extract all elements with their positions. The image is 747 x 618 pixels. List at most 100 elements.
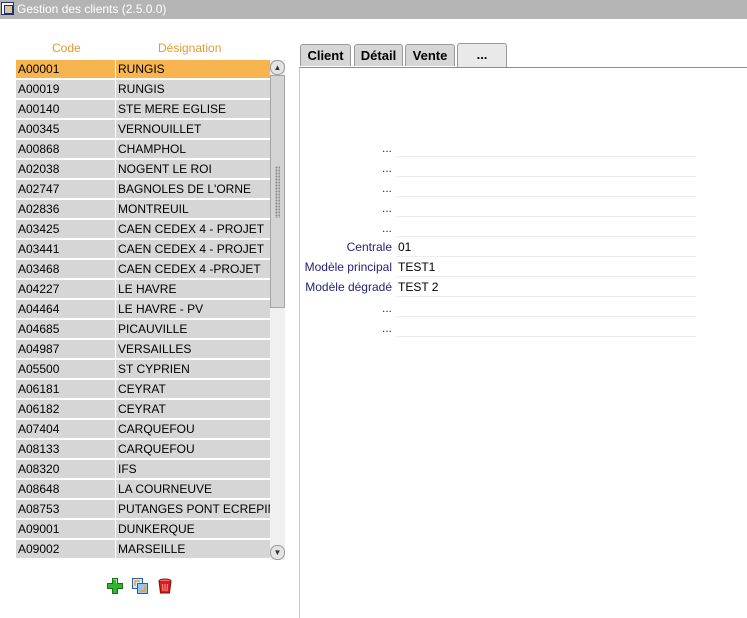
table-row[interactable]: A00019 RUNGIS (16, 80, 270, 100)
cell-designation[interactable]: LA COURNEUVE (116, 480, 270, 499)
table-row[interactable]: A03441 CAEN CEDEX 4 - PROJET (16, 240, 270, 260)
cell-code[interactable]: A08648 (16, 480, 115, 499)
cell-designation[interactable]: CAEN CEDEX 4 - PROJET (116, 220, 270, 239)
window-title: Gestion des clients (2.5.0.0) (17, 2, 167, 16)
cell-designation[interactable]: IFS (116, 460, 270, 479)
cell-designation[interactable]: NOGENT LE ROI (116, 160, 270, 179)
cell-code[interactable]: A05500 (16, 360, 115, 379)
cell-code[interactable]: A00140 (16, 100, 115, 119)
cell-designation[interactable]: VERSAILLES (116, 340, 270, 359)
cell-code[interactable]: A00868 (16, 140, 115, 159)
cell-designation[interactable]: ST CYPRIEN (116, 360, 270, 379)
cell-designation[interactable]: RUNGIS (116, 60, 270, 79)
cell-designation[interactable]: VERNOUILLET (116, 120, 270, 139)
field-value[interactable] (396, 298, 696, 317)
tab-detail[interactable]: Détail (354, 44, 403, 66)
cell-designation[interactable]: CAEN CEDEX 4 - PROJET (116, 240, 270, 259)
table-row[interactable]: A04685 PICAUVILLE (16, 320, 270, 340)
cell-code[interactable]: A03468 (16, 260, 115, 279)
cell-code[interactable]: A09001 (16, 520, 115, 539)
field-value[interactable] (396, 178, 696, 197)
table-row[interactable]: A04464 LE HAVRE - PV (16, 300, 270, 320)
cell-code[interactable]: A08133 (16, 440, 115, 459)
scroll-down-button[interactable]: ▼ (270, 545, 285, 560)
cell-designation[interactable]: CAEN CEDEX 4 -PROJET (116, 260, 270, 279)
table-row[interactable]: A08133 CARQUEFOU (16, 440, 270, 460)
tab-client[interactable]: Client (300, 44, 351, 66)
cell-designation[interactable]: LE HAVRE (116, 280, 270, 299)
cell-code[interactable]: A04987 (16, 340, 115, 359)
delete-trash-icon (158, 578, 172, 594)
cell-code[interactable]: A06181 (16, 380, 115, 399)
field-value-modele-degrade[interactable]: TEST 2 (396, 278, 696, 297)
cell-code[interactable]: A04464 (16, 300, 115, 319)
cell-code[interactable]: A00001 (16, 60, 115, 79)
tab-vente[interactable]: Vente (405, 44, 455, 66)
field-value[interactable] (396, 318, 696, 337)
cell-code[interactable]: A02747 (16, 180, 115, 199)
table-row[interactable]: A06181 CEYRAT (16, 380, 270, 400)
cell-code[interactable]: A00019 (16, 80, 115, 99)
table-row[interactable]: A07404 CARQUEFOU (16, 420, 270, 440)
add-button[interactable] (106, 577, 124, 595)
cell-designation[interactable]: PICAUVILLE (116, 320, 270, 339)
list-scrollbar[interactable]: ▲ ▼ (270, 60, 285, 560)
cell-designation[interactable]: CHAMPHOL (116, 140, 270, 159)
cell-code[interactable]: A07404 (16, 420, 115, 439)
scroll-up-button[interactable]: ▲ (270, 60, 285, 75)
cell-designation[interactable]: STE MERE EGLISE (116, 100, 270, 119)
cell-code[interactable]: A03425 (16, 220, 115, 239)
cell-designation[interactable]: RUNGIS (116, 80, 270, 99)
cell-code[interactable]: A08753 (16, 500, 115, 519)
table-row[interactable]: A00345 VERNOUILLET (16, 120, 270, 140)
cell-designation[interactable]: CEYRAT (116, 400, 270, 419)
field-value[interactable] (396, 158, 696, 177)
cell-code[interactable]: A08320 (16, 460, 115, 479)
cell-code[interactable]: A00345 (16, 120, 115, 139)
table-row[interactable]: A04987 VERSAILLES (16, 340, 270, 360)
field-value[interactable] (396, 138, 696, 157)
cell-code[interactable]: A03441 (16, 240, 115, 259)
table-row[interactable]: A00140 STE MERE EGLISE (16, 100, 270, 120)
tab-more[interactable]: ... (457, 43, 507, 67)
table-row[interactable]: A09002 MARSEILLE (16, 540, 270, 560)
cell-designation[interactable]: DUNKERQUE (116, 520, 270, 539)
table-row[interactable]: A04227 LE HAVRE (16, 280, 270, 300)
table-row[interactable]: A00001 RUNGIS (16, 60, 270, 80)
scrollbar-thumb[interactable] (270, 75, 285, 308)
table-row[interactable]: A03425 CAEN CEDEX 4 - PROJET (16, 220, 270, 240)
cell-code[interactable]: A06182 (16, 400, 115, 419)
field-value[interactable] (396, 218, 696, 237)
refresh-button[interactable] (131, 577, 149, 595)
table-row[interactable]: A02836 MONTREUIL (16, 200, 270, 220)
table-row[interactable]: A06182 CEYRAT (16, 400, 270, 420)
field-value-modele-principal[interactable]: TEST1 (396, 258, 696, 277)
column-header-code[interactable]: Code (52, 41, 81, 55)
cell-code[interactable]: A02836 (16, 200, 115, 219)
table-row[interactable]: A02747 BAGNOLES DE L'ORNE (16, 180, 270, 200)
cell-code[interactable]: A04227 (16, 280, 115, 299)
table-row[interactable]: A09001 DUNKERQUE (16, 520, 270, 540)
cell-designation[interactable]: CARQUEFOU (116, 440, 270, 459)
column-header-designation[interactable]: Désignation (158, 41, 221, 55)
table-row[interactable]: A08753 PUTANGES PONT ECREPIN (16, 500, 270, 520)
cell-designation[interactable]: LE HAVRE - PV (116, 300, 270, 319)
field-value[interactable] (396, 198, 696, 217)
cell-code[interactable]: A09002 (16, 540, 115, 559)
cell-designation[interactable]: MONTREUIL (116, 200, 270, 219)
table-row[interactable]: A03468 CAEN CEDEX 4 -PROJET (16, 260, 270, 280)
table-row[interactable]: A08320 IFS (16, 460, 270, 480)
table-row[interactable]: A00868 CHAMPHOL (16, 140, 270, 160)
cell-designation[interactable]: CARQUEFOU (116, 420, 270, 439)
cell-designation[interactable]: PUTANGES PONT ECREPIN (116, 500, 270, 519)
cell-code[interactable]: A02038 (16, 160, 115, 179)
cell-designation[interactable]: MARSEILLE (116, 540, 270, 559)
cell-code[interactable]: A04685 (16, 320, 115, 339)
table-row[interactable]: A02038 NOGENT LE ROI (16, 160, 270, 180)
cell-designation[interactable]: BAGNOLES DE L'ORNE (116, 180, 270, 199)
table-row[interactable]: A05500 ST CYPRIEN (16, 360, 270, 380)
delete-button[interactable] (156, 577, 174, 595)
table-row[interactable]: A08648 LA COURNEUVE (16, 480, 270, 500)
cell-designation[interactable]: CEYRAT (116, 380, 270, 399)
field-value-centrale[interactable]: 01 (396, 238, 696, 257)
